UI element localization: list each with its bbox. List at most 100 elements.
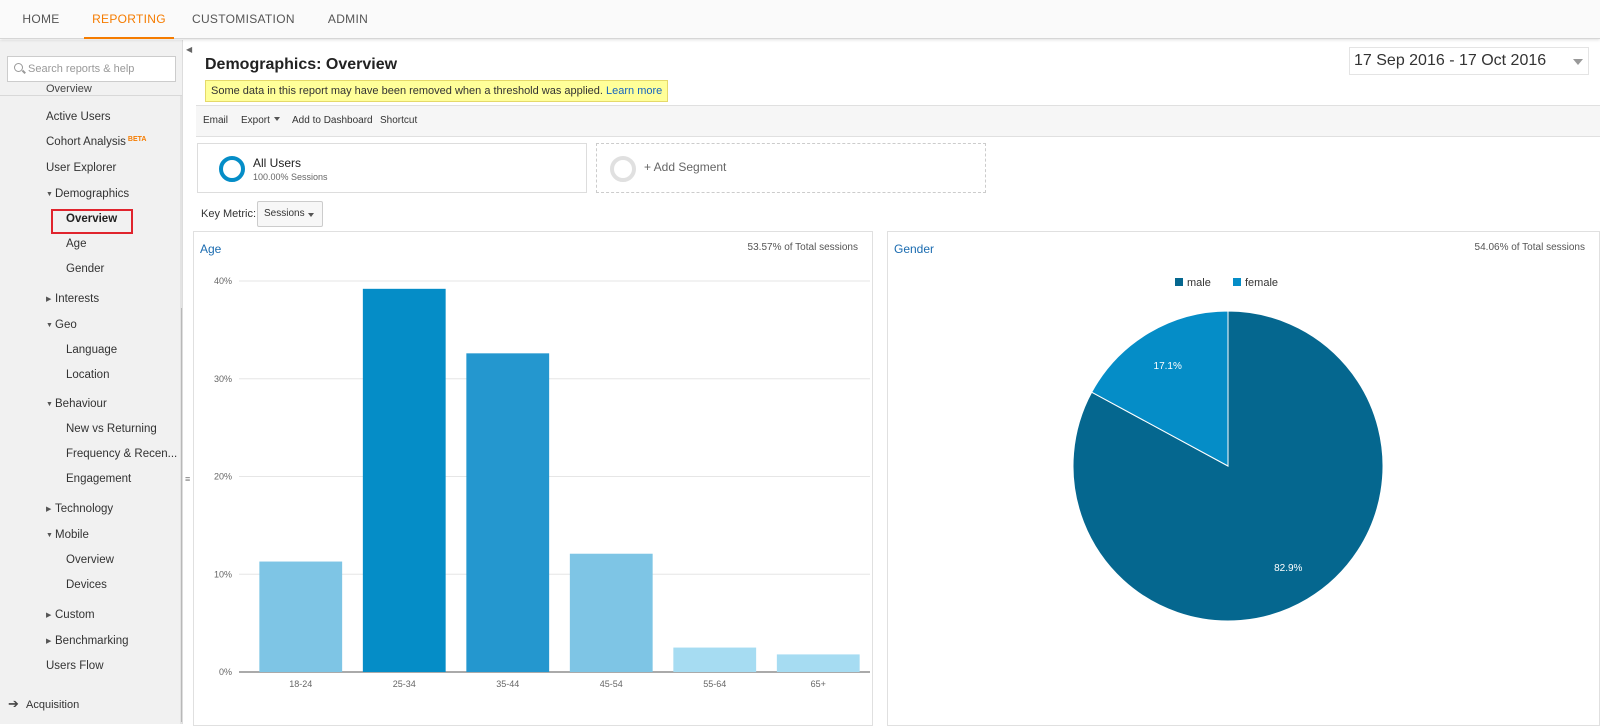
sidebar-item-frequency-recency[interactable]: Frequency & Recen... — [66, 448, 177, 460]
search-icon — [14, 63, 23, 72]
export-label: Export — [241, 115, 270, 126]
sidebar-item-cohort-analysis[interactable]: Cohort Analysis BETA — [46, 136, 146, 148]
add-segment-button[interactable]: + Add Segment — [596, 143, 986, 193]
x-tick-label: 35-44 — [496, 679, 519, 689]
y-tick-label: 20% — [214, 472, 232, 482]
sidebar: Overview Active Users Cohort AnalysisBET… — [0, 40, 183, 724]
sidebar-scrollbar[interactable]: ▲ — [180, 96, 182, 724]
y-tick-label: 40% — [214, 276, 232, 286]
sidebar-item-mobile[interactable]: ▼ Mobile — [46, 529, 89, 541]
caret-down-icon: ▼ — [46, 191, 53, 198]
sidebar-item-benchmarking[interactable]: ▶ Benchmarking — [46, 635, 129, 647]
sidebar-item-language[interactable]: Language — [66, 344, 117, 356]
sidebar-item-label: Users Flow — [46, 660, 104, 672]
sidebar-item-acquisition[interactable]: ➔ Acquisition — [8, 696, 79, 712]
sidebar-item-behaviour[interactable]: ▼ Behaviour — [46, 398, 107, 410]
date-range-picker[interactable]: 17 Sep 2016 - 17 Oct 2016 — [1349, 47, 1589, 75]
sidebar-item-devices[interactable]: Devices — [66, 579, 107, 591]
scrollbar-thumb[interactable] — [181, 308, 182, 722]
sidebar-item-label: Technology — [55, 503, 114, 515]
scroll-up-icon[interactable]: ▲ — [181, 96, 182, 102]
collapse-sidebar-icon[interactable]: ◀ — [186, 45, 192, 54]
sidebar-item-geo[interactable]: ▼ Geo — [46, 319, 77, 331]
bar — [466, 353, 550, 672]
acquisition-arrow-icon: ➔ — [8, 696, 19, 711]
age-bar-chart: 0% 10% 20% 30% 40% 18-24 25-34 35-44 45-54 55-64 6… — [214, 276, 870, 689]
caret-right-icon: ▶ — [46, 506, 52, 513]
sidebar-item-technology[interactable]: ▶ Technology — [46, 503, 113, 515]
main-content: Demographics: Overview Some data in this… — [193, 40, 1600, 726]
shortcut-button[interactable]: Shortcut — [380, 115, 417, 126]
sidebar-divider — [0, 95, 182, 96]
x-tick-label: 65+ — [811, 679, 826, 689]
caret-down-icon: ▼ — [46, 532, 53, 539]
caret-right-icon: ▶ — [46, 296, 52, 303]
tab-home[interactable]: HOME — [20, 0, 62, 39]
chevron-down-icon — [308, 213, 314, 217]
pie-legend: male female — [1175, 277, 1278, 289]
sidebar-item-label: Geo — [55, 319, 77, 331]
sidebar-item-label: Custom — [55, 609, 95, 621]
sidebar-item-new-vs-returning[interactable]: New vs Returning — [66, 423, 157, 435]
learn-more-link[interactable]: Learn more — [606, 85, 662, 97]
date-range-label: 17 Sep 2016 - 17 Oct 2016 — [1354, 52, 1547, 69]
tab-reporting[interactable]: REPORTING — [84, 0, 174, 39]
top-nav: HOME REPORTING CUSTOMISATION ADMIN — [0, 0, 1600, 39]
legend-label: male — [1187, 277, 1211, 289]
segment-name: All Users — [253, 156, 302, 170]
sidebar-item-label: Cohort Analysis — [46, 136, 126, 148]
age-card: Age 53.57% of Total sessions 0% 10% 20% 30%… — [193, 231, 873, 726]
sidebar-item-demographics-overview[interactable]: Overview — [66, 213, 117, 225]
y-tick-label: 10% — [214, 569, 232, 579]
threshold-notice: Some data in this report may have been r… — [205, 80, 669, 102]
caret-down-icon: ▼ — [46, 322, 53, 329]
notice-text: Some data in this report may have been r… — [211, 85, 603, 97]
sidebar-item-cut[interactable]: Overview — [46, 82, 106, 92]
sidebar-item-demographics[interactable]: ▼ Demographics — [46, 188, 129, 200]
sidebar-item-label: Devices — [66, 579, 107, 591]
sidebar-item-label: New vs Returning — [66, 423, 157, 435]
export-button[interactable]: Export — [241, 115, 280, 126]
search-box[interactable] — [7, 56, 176, 82]
sidebar-item-mobile-overview[interactable]: Overview — [66, 554, 114, 566]
sidebar-item-label: Engagement — [66, 473, 132, 485]
sidebar-item-location[interactable]: Location — [66, 369, 109, 381]
legend-swatch — [1233, 278, 1241, 286]
tab-admin[interactable]: ADMIN — [326, 0, 370, 39]
gender-pie-chart: male female 82.9% 17.1% — [1072, 277, 1384, 622]
sidebar-item-user-explorer[interactable]: User Explorer — [46, 162, 116, 174]
segment-sessions: 100.00% Sessions — [253, 172, 328, 182]
pie-slice-label: 17.1% — [1154, 361, 1182, 372]
caret-right-icon: ▶ — [46, 612, 52, 619]
sidebar-item-custom[interactable]: ▶ Custom — [46, 609, 95, 621]
bar — [259, 561, 343, 672]
sidebar-item-gender[interactable]: Gender — [66, 263, 104, 275]
sidebar-item-label: Age — [66, 238, 87, 250]
sidebar-item-users-flow[interactable]: Users Flow — [46, 660, 104, 672]
sidebar-item-engagement[interactable]: Engagement — [66, 473, 131, 485]
segment-ring-icon — [219, 156, 245, 182]
segment-all-users[interactable]: All Users 100.00% Sessions — [197, 143, 587, 193]
sidebar-item-label: Behaviour — [55, 398, 107, 410]
report-toolbar: Email Export Add to Dashboard Shortcut — [196, 105, 1600, 137]
y-tick-label: 0% — [219, 667, 232, 677]
empty-segment-icon — [610, 156, 636, 182]
x-tick-label: 18-24 — [289, 679, 312, 689]
tab-customisation[interactable]: CUSTOMISATION — [192, 0, 294, 39]
sidebar-item-label: Active Users — [46, 111, 111, 123]
sidebar-item-active-users[interactable]: Active Users — [46, 111, 111, 123]
beta-badge: BETA — [127, 136, 147, 143]
key-metric-select[interactable]: Sessions — [257, 201, 323, 227]
key-metric-label: Key Metric: — [201, 208, 257, 220]
sidebar-item-age[interactable]: Age — [66, 238, 86, 250]
resize-grip-icon[interactable]: ≡ — [185, 474, 190, 484]
sidebar-item-label: Interests — [55, 293, 100, 305]
add-to-dashboard-button[interactable]: Add to Dashboard — [292, 115, 373, 126]
key-metric-value: Sessions — [264, 208, 305, 219]
search-input[interactable] — [28, 61, 173, 77]
caret-right-icon: ▶ — [46, 638, 52, 645]
bar — [569, 553, 653, 672]
sidebar-item-interests[interactable]: ▶ Interests — [46, 293, 99, 305]
y-tick-label: 30% — [214, 374, 232, 384]
email-button[interactable]: Email — [203, 115, 228, 126]
